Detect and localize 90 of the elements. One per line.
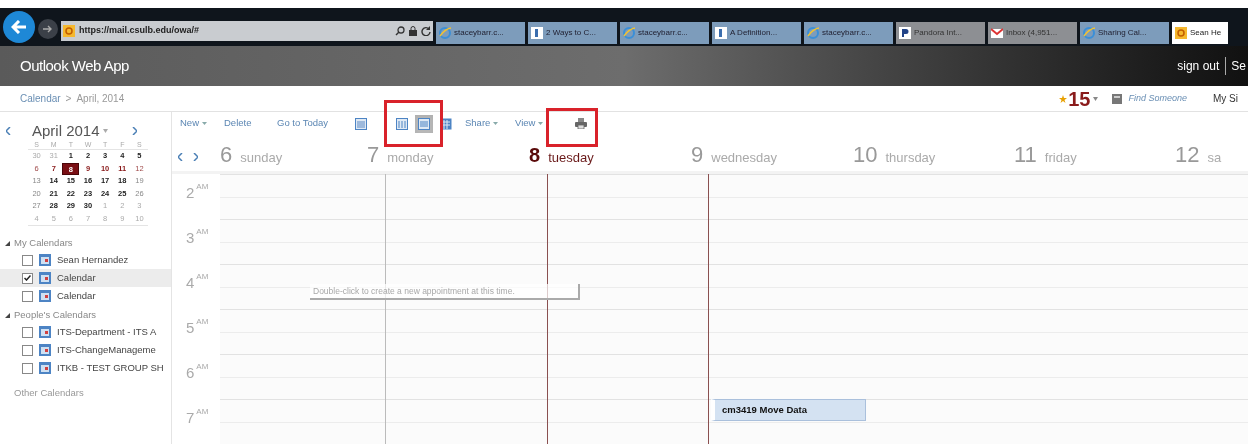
group-heading[interactable]: People's Calendars	[14, 307, 97, 323]
back-button[interactable]	[3, 11, 35, 43]
forward-button[interactable]	[38, 19, 58, 39]
page-icon	[1175, 27, 1187, 39]
breadcrumb-separator: >	[65, 92, 72, 106]
checkmark-icon	[24, 275, 31, 281]
reminder-count[interactable]: 15	[1068, 88, 1091, 109]
grid-icon	[440, 117, 452, 130]
tooltip: Double-click to create a new appointment at this time.	[310, 284, 580, 300]
address-bar[interactable]: https://mail.csulb.edu/owa/#	[61, 21, 433, 41]
checkbox[interactable]	[22, 272, 33, 284]
star-icon	[1059, 94, 1068, 103]
checkbox[interactable]	[22, 290, 33, 302]
my-site-link[interactable]: My Si	[1213, 91, 1238, 106]
calendar-icon	[39, 362, 51, 374]
chevron-left-icon	[178, 153, 183, 161]
previous-week-button[interactable]	[178, 153, 183, 161]
envelope-icon	[991, 27, 1003, 39]
menu-button[interactable]: Share	[465, 116, 499, 131]
checkbox[interactable]	[22, 254, 33, 266]
menu-button[interactable]: View	[515, 116, 544, 131]
calendar-item[interactable]: ITS-ChangeManageme	[0, 341, 171, 359]
p-logo-icon	[899, 27, 911, 39]
toolbar-link[interactable]: Delete	[224, 116, 252, 131]
chevron-right-icon	[193, 153, 198, 161]
caret-icon	[1093, 96, 1099, 101]
calendar-item[interactable]: ITKB - TEST GROUP SH	[0, 359, 171, 377]
document-icon	[715, 27, 727, 39]
toolbar-link[interactable]: Go to Today	[277, 116, 329, 131]
menu-button[interactable]: New	[180, 116, 207, 131]
checkbox[interactable]	[22, 326, 33, 338]
lock-icon	[409, 26, 417, 36]
url-text: https://mail.csulb.edu/owa/#	[79, 24, 201, 38]
search-icon	[395, 26, 405, 36]
globe-e-icon	[623, 27, 635, 39]
calendar-item[interactable]: Calendar	[0, 287, 171, 305]
caret-icon	[202, 122, 207, 125]
app-title: Outlook Web App	[20, 55, 129, 76]
next-week-button[interactable]	[193, 153, 198, 161]
globe-e-icon	[807, 27, 819, 39]
globe-e-icon	[1083, 27, 1095, 39]
browser-tab[interactable]: Sharing Cal...	[1080, 22, 1169, 44]
address-book-icon	[1112, 93, 1123, 104]
highlight-frame	[384, 100, 443, 147]
browser-tab[interactable]: Pandora Int...	[896, 22, 985, 44]
browser-tab[interactable]: 2 Ways to C...	[528, 22, 617, 44]
day-column[interactable]: cm3419 Move Data	[709, 174, 871, 444]
calendar-icon	[39, 272, 51, 284]
calendar-item[interactable]: ITS-Department - ITS A	[0, 323, 171, 341]
calendar-item[interactable]: Sean Hernandez	[0, 251, 171, 269]
printer-icon	[575, 118, 587, 129]
user-name[interactable]: Se	[1231, 57, 1246, 75]
chevron-left-icon	[6, 127, 11, 135]
find-someone-link[interactable]: Find Someone	[1128, 91, 1187, 106]
day-header[interactable]: 8 tuesday	[529, 144, 691, 167]
browser-tab[interactable]: Inbox (4,951...	[988, 22, 1077, 44]
sign-out-link[interactable]: sign out	[1177, 57, 1227, 75]
document-icon	[531, 27, 543, 39]
grid-icon	[396, 117, 408, 130]
forward-arrow-icon	[43, 25, 53, 33]
grid-icon	[355, 117, 367, 130]
browser-tab[interactable]: staceybarr.c...	[804, 22, 893, 44]
highlight-frame	[546, 108, 598, 147]
breadcrumb-link[interactable]: Calendar	[20, 91, 61, 106]
caret-icon	[493, 122, 499, 125]
caret-icon	[102, 129, 108, 133]
checkbox[interactable]	[22, 344, 33, 356]
browser-tab[interactable]: staceybarr.c...	[620, 22, 709, 44]
calendar-icon	[39, 290, 51, 302]
next-month-button[interactable]	[131, 127, 137, 135]
browser-tab[interactable]: Sean He	[1172, 22, 1228, 44]
browser-tab[interactable]: A Definition...	[712, 22, 801, 44]
caret-icon	[538, 122, 544, 125]
calendar-icon	[39, 254, 51, 266]
back-arrow-icon	[11, 20, 27, 34]
appointment[interactable]: cm3419 Move Data	[711, 399, 866, 421]
grid-icon	[418, 117, 430, 130]
chevron-right-icon	[131, 127, 137, 135]
breadcrumb-current: April, 2014	[76, 92, 125, 106]
refresh-icon	[421, 26, 431, 36]
browser-tab[interactable]: staceybarr.c...	[436, 22, 525, 44]
group-heading[interactable]: My Calendars	[14, 235, 73, 251]
checkbox[interactable]	[22, 362, 33, 374]
globe-e-icon	[439, 27, 451, 39]
page-icon	[63, 25, 75, 37]
calendar-icon	[39, 326, 51, 338]
calendar-item[interactable]: Calendar	[0, 269, 171, 287]
calendar-icon	[39, 344, 51, 356]
month-title[interactable]: April 2014	[32, 119, 100, 143]
view-button[interactable]	[415, 114, 433, 133]
